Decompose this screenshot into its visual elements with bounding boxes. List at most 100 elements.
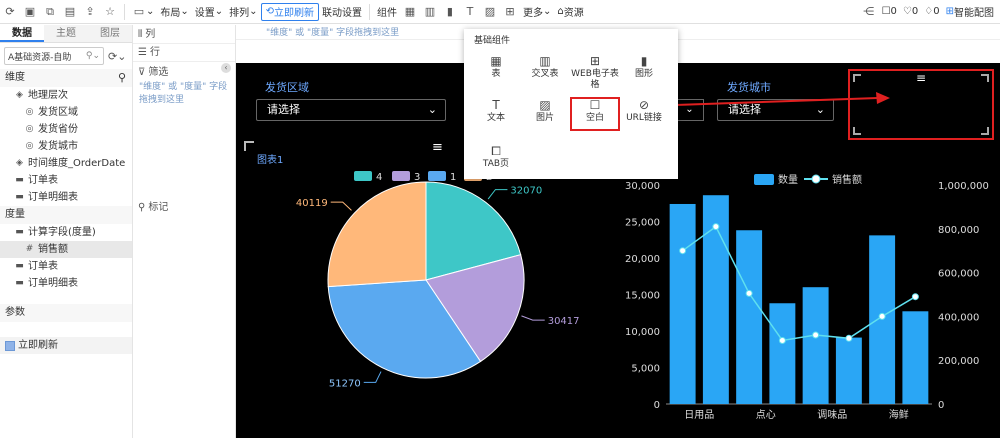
menu-icon[interactable]: ≡ <box>916 71 926 85</box>
line-point <box>911 293 919 301</box>
top-toolbar: ⟳ ▣ ⧉ ▤ ⇪ ☆ ▭ ⌄ 布局 ⌄ 设置 ⌄ 排列 ⌄ ⟲ 立即刷新 联动设置 组件… <box>0 0 1000 24</box>
image-icon[interactable]: ▨ <box>480 2 500 22</box>
bar <box>736 230 763 404</box>
components-button[interactable]: 组件 <box>374 2 400 22</box>
settings-menu[interactable]: 设置 ⌄ <box>192 2 226 22</box>
refresh-now-button[interactable]: ⟲ 立即刷新 <box>260 2 319 21</box>
popup-item-image[interactable]: ▨ 图片 <box>521 93 569 135</box>
pin-icon: ⚲ <box>138 202 146 213</box>
tree-item[interactable]: ◈ 地理层次 <box>0 87 132 104</box>
smart-config-button[interactable]: ⊞ 智能配图 <box>943 2 1000 22</box>
tree-item[interactable]: # 销售额 <box>0 241 132 258</box>
share-icon[interactable]: ⋲ <box>859 2 879 22</box>
dimension-list: ◈ 地理层次 ◎ 发货区域 ◎ 发货省份 ◎ 发货城市 ◈ 时间维度_OrderDate ▬ 订单表 ▬… <box>0 87 132 206</box>
datasource-select[interactable]: A基础资源-自助 ⚲ ⌄ <box>4 47 104 65</box>
tree-item[interactable]: ◎ 发货城市 <box>0 138 132 155</box>
tree-item[interactable]: #折扣 <box>0 292 132 294</box>
tree-item[interactable]: ◎ 发货省份 <box>0 121 132 138</box>
popup-item-crosstab[interactable]: ▥ 交叉表 <box>521 49 569 91</box>
corner-handle <box>981 127 989 135</box>
filter-shelf[interactable]: ⊽ 筛选 <box>133 64 235 81</box>
folder-icon: ▬ <box>15 278 24 288</box>
tab-icon: ⧠ <box>491 144 501 158</box>
chart1-menu-icon[interactable]: ≡ <box>432 140 443 155</box>
y-tick-label: 0 <box>654 400 660 411</box>
save-as-icon[interactable]: ⧉ <box>40 2 60 22</box>
arrange-menu[interactable]: 排列 ⌄ <box>226 2 260 22</box>
instant-refresh-option[interactable]: 立即刷新 <box>0 337 132 354</box>
y-tick-label: 30,000 <box>625 181 660 192</box>
tree-item[interactable]: ▬ 订单明细表 <box>0 275 132 292</box>
popup-item-table[interactable]: ▦ 表 <box>472 49 520 91</box>
bar <box>669 203 696 404</box>
checkbox-checked-icon[interactable] <box>5 340 15 351</box>
table-icon[interactable]: ▦ <box>400 2 420 22</box>
corner-handle <box>853 74 861 82</box>
second-select-edge[interactable]: ⌄ <box>676 99 704 121</box>
columns-shelf[interactable]: ⫴ 列 <box>133 26 235 43</box>
layout-menu[interactable]: 布局 ⌄ <box>157 2 191 22</box>
tree-item-label: 时间维度_OrderDate <box>28 158 126 169</box>
popup-item-label: 表 <box>491 69 501 79</box>
tree-item[interactable]: ▬ 订单表 <box>0 172 132 189</box>
bar <box>902 311 929 404</box>
measure-list: ▬计算字段(度量)#销售额▬订单表▬订单明细表#折扣#单价 <box>0 224 132 294</box>
tree-item[interactable]: ◎ 发货区域 <box>0 104 132 121</box>
legend-swatch <box>392 171 410 181</box>
web-sheet-icon[interactable]: ⊞ <box>500 2 520 22</box>
tab-theme[interactable]: 主题 <box>44 25 88 42</box>
pie-chart: 431232070304175127040119 <box>296 171 580 389</box>
blank-component-selection[interactable]: ≡ <box>848 69 994 140</box>
device-menu[interactable]: ▭ ⌄ <box>129 2 157 22</box>
component-popup: 基础组件 ▦ 表 ▥ 交叉表 ⊞ WEB电子表格 ▮ 图形 T 文本 ▨ 图片 ☐ 空白 ⊘ URL链接 ⧠ TA… <box>464 29 678 179</box>
tree-item[interactable]: ▬ 订单表 <box>0 258 132 275</box>
tree-item-label: 计算字段(度量) <box>28 227 96 238</box>
legend-label: 4 <box>376 172 382 183</box>
collapse-panel-icon[interactable]: ‹ <box>221 63 231 73</box>
like-button[interactable]: ♡ 0 <box>900 2 921 22</box>
popup-item-label: 文本 <box>486 113 505 123</box>
export-icon[interactable]: ⇪ <box>80 2 100 22</box>
tree-item-label: 订单明细表 <box>28 192 78 203</box>
popup-item-label: TAB页 <box>482 159 510 169</box>
mark-shelf[interactable]: ⚲ 标记 <box>133 199 168 216</box>
preview-icon[interactable]: ▤ <box>60 2 80 22</box>
chevron-down-icon: ⌄ <box>815 103 825 116</box>
table-icon: ▦ <box>490 54 502 68</box>
crosstab-icon[interactable]: ▥ <box>420 2 440 22</box>
favorite-icon[interactable]: ☆ <box>100 2 120 22</box>
tab-data[interactable]: 数据 <box>0 25 44 42</box>
rows-shelf[interactable]: ☰ 行 <box>133 44 235 61</box>
filter-icon: ⊽ <box>138 67 146 78</box>
thumbs-down-icon: ♢ <box>924 6 934 17</box>
save-icon[interactable]: ▣ <box>20 2 40 22</box>
y2-tick-label: 400,000 <box>938 312 979 323</box>
tree-item[interactable]: ▬ 订单明细表 <box>0 189 132 206</box>
y-tick-label: 20,000 <box>625 254 660 265</box>
tab-layers[interactable]: 图层 <box>88 25 132 42</box>
comment-button[interactable]: ☐ 0 <box>879 2 900 22</box>
dimension-header: 维度 ⚲ <box>0 69 132 87</box>
chart-icon[interactable]: ▮ <box>440 2 460 22</box>
region-select[interactable]: 请选择 ⌄ <box>256 99 446 121</box>
popup-item-web-sheet[interactable]: ⊞ WEB电子表格 <box>571 49 619 91</box>
linkage-button[interactable]: 联动设置 <box>319 2 365 22</box>
popup-item-tab[interactable]: ⧠ TAB页 <box>472 139 520 181</box>
tree-item-label: 地理层次 <box>28 90 68 101</box>
line-point <box>812 331 820 339</box>
refresh-icon[interactable]: ⟳ <box>0 2 20 22</box>
tree-item[interactable]: ▬ 计算字段(度量) <box>0 224 132 241</box>
resources-button[interactable]: ⌂ 资源 <box>554 2 586 22</box>
popup-item-link[interactable]: ⊘ URL链接 <box>620 93 668 135</box>
text-icon[interactable]: T <box>460 2 480 22</box>
search-icon: ⚲ <box>85 51 93 61</box>
more-menu[interactable]: 更多 ⌄ <box>520 2 554 22</box>
city-select[interactable]: 请选择 ⌄ <box>717 99 834 121</box>
popup-item-text[interactable]: T 文本 <box>472 93 520 135</box>
popup-item-chart[interactable]: ▮ 图形 <box>620 49 668 91</box>
reload-icon[interactable]: ⟳⌄ <box>108 50 126 63</box>
tree-item[interactable]: ◈ 时间维度_OrderDate <box>0 155 132 172</box>
search-icon[interactable]: ⚲ <box>118 69 126 87</box>
popup-item-label: 交叉表 <box>531 69 559 79</box>
dislike-button[interactable]: ♢ 0 <box>921 2 942 22</box>
